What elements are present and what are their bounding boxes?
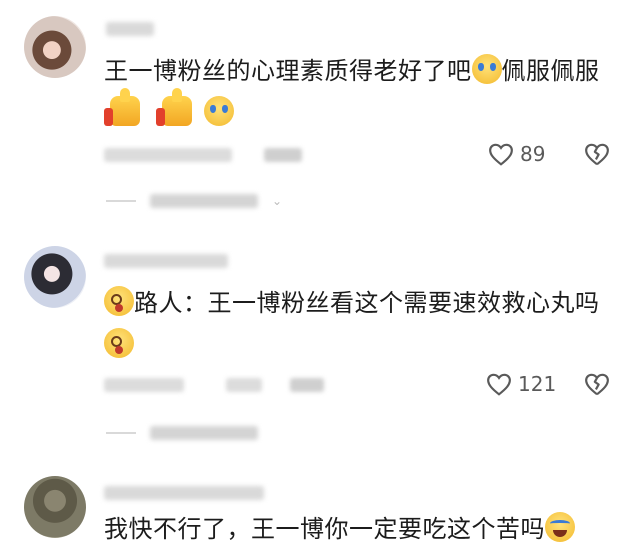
dizzy-face-emoji-icon xyxy=(104,286,134,316)
broken-heart-icon xyxy=(585,373,609,396)
like-button[interactable]: 121 xyxy=(486,372,556,396)
avatar[interactable] xyxy=(24,16,86,78)
username-blurred[interactable] xyxy=(104,486,264,500)
reply-button-blurred[interactable] xyxy=(264,148,302,162)
replies-label-blurred xyxy=(150,194,258,208)
thumbs-up-emoji-icon xyxy=(104,88,140,126)
comment-text: 我快不行了，王一博你一定要吃这个苦吗 xyxy=(104,512,575,546)
comment-text: 王一博粉丝的心理素质得老好了吧 佩服佩服 xyxy=(104,54,600,88)
avatar[interactable] xyxy=(24,246,86,308)
dislike-button[interactable] xyxy=(584,372,610,400)
username-blurred[interactable] xyxy=(104,254,228,268)
crying-laughing-emoji-icon xyxy=(204,96,235,126)
broken-heart-icon xyxy=(585,143,609,166)
reply-button-blurred[interactable] xyxy=(290,378,324,392)
dizzy-face-emoji-icon xyxy=(104,328,134,358)
avatar[interactable] xyxy=(24,476,86,538)
timestamp-blurred xyxy=(104,378,184,392)
comment-text-body: 王一博粉丝的心理素质得老好了吧 xyxy=(104,57,472,85)
divider xyxy=(106,200,136,202)
comment-emoji-row xyxy=(104,328,134,362)
dislike-button[interactable] xyxy=(584,142,610,170)
view-replies[interactable] xyxy=(106,426,258,440)
comment-text-body: 路人：王一博粉丝看这个需要速效救心丸吗 xyxy=(134,289,600,317)
like-count: 89 xyxy=(520,142,546,166)
thumbs-up-emoji-icon xyxy=(156,88,193,126)
username-blurred[interactable] xyxy=(106,22,154,36)
comment-text: 路人：王一博粉丝看这个需要速效救心丸吗 xyxy=(104,286,600,320)
crying-laughing-emoji-icon xyxy=(471,54,502,84)
heart-outline-icon xyxy=(489,143,513,166)
loudly-crying-emoji-icon xyxy=(545,512,575,542)
comment-text-tail: 佩服佩服 xyxy=(501,57,600,85)
chevron-down-icon: ⌄ xyxy=(272,194,283,208)
location-blurred xyxy=(226,378,262,392)
heart-outline-icon xyxy=(487,373,511,396)
replies-label-blurred xyxy=(150,426,258,440)
comment-emoji-row xyxy=(104,88,235,130)
like-count: 121 xyxy=(518,372,557,396)
like-button[interactable]: 89 xyxy=(488,142,545,166)
divider xyxy=(106,432,136,434)
view-replies[interactable]: ⌄ xyxy=(106,194,284,208)
comment-text-body: 我快不行了，王一博你一定要吃这个苦吗 xyxy=(104,515,545,543)
timestamp-blurred xyxy=(104,148,232,162)
